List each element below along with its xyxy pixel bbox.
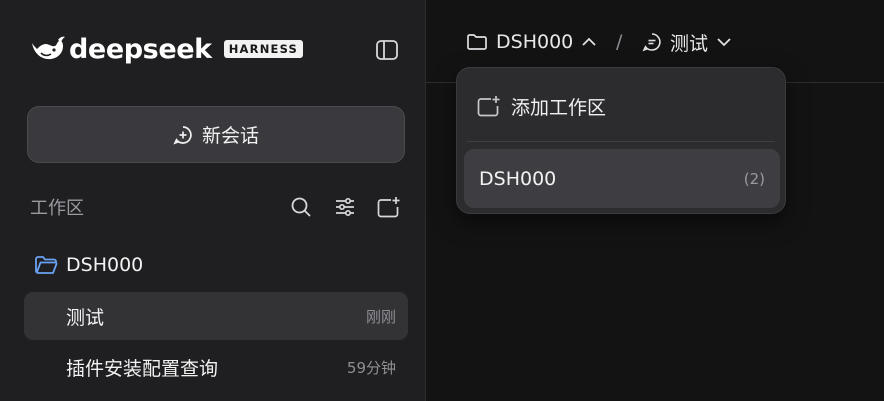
chevron-down-icon: [716, 34, 732, 50]
filter-icon: [334, 196, 356, 218]
dropdown-workspace-name: DSH000: [479, 167, 557, 190]
folder-icon: [34, 255, 58, 275]
search-button[interactable]: [288, 194, 314, 220]
chevron-up-icon: [581, 34, 597, 50]
sidebar: deepseek HARNESS 新会话 工作区 DSH000 测试 刚刚 插件…: [0, 0, 426, 401]
breadcrumb-workspace-label: DSH000: [496, 31, 574, 53]
workspace-dropdown: 添加工作区 DSH000 (2): [456, 67, 786, 214]
new-folder-icon: [477, 95, 501, 117]
conversation-item-active[interactable]: 测试 刚刚: [24, 292, 408, 340]
folder-outline-icon: [466, 33, 488, 51]
conversation-title: 测试: [66, 306, 105, 329]
breadcrumb-workspace[interactable]: DSH000: [466, 28, 597, 56]
new-chat-label: 新会话: [201, 125, 259, 147]
workspace-folder[interactable]: DSH000: [34, 251, 143, 279]
workspace-label: 工作区: [30, 198, 84, 219]
add-chat-icon: [173, 125, 193, 145]
dropdown-workspace-count: (2): [743, 169, 765, 188]
conversation-time: 59分钟: [346, 358, 396, 377]
dropdown-divider: [467, 141, 775, 142]
whale-logo-icon: [30, 34, 66, 64]
breadcrumb-conversation-label: 测试: [670, 32, 709, 55]
workspace-header: 工作区: [30, 193, 402, 221]
filter-button[interactable]: [332, 194, 358, 220]
new-folder-button[interactable]: [376, 194, 402, 220]
dropdown-workspace-item[interactable]: DSH000 (2): [464, 149, 780, 208]
brand-name: deepseek: [69, 33, 212, 65]
brand-badge: HARNESS: [223, 40, 304, 58]
sidebar-toggle-button[interactable]: [372, 35, 402, 65]
conversation-time: 刚刚: [365, 307, 396, 326]
new-folder-icon: [377, 196, 401, 218]
sidebar-toggle-icon: [375, 38, 399, 62]
brand-logo[interactable]: deepseek HARNESS: [30, 30, 304, 68]
search-icon: [290, 196, 312, 218]
breadcrumb-separator: /: [616, 31, 623, 53]
add-workspace-label: 添加工作区: [511, 96, 607, 119]
chat-bubble-icon: [642, 32, 662, 52]
conversation-item[interactable]: 插件安装配置查询 59分钟: [24, 343, 408, 391]
conversation-title: 插件安装配置查询: [66, 357, 219, 380]
workspace-folder-name: DSH000: [66, 254, 144, 276]
breadcrumb-conversation[interactable]: 测试: [642, 28, 732, 56]
add-workspace-button[interactable]: 添加工作区: [477, 92, 606, 120]
new-chat-button[interactable]: 新会话: [27, 106, 405, 163]
